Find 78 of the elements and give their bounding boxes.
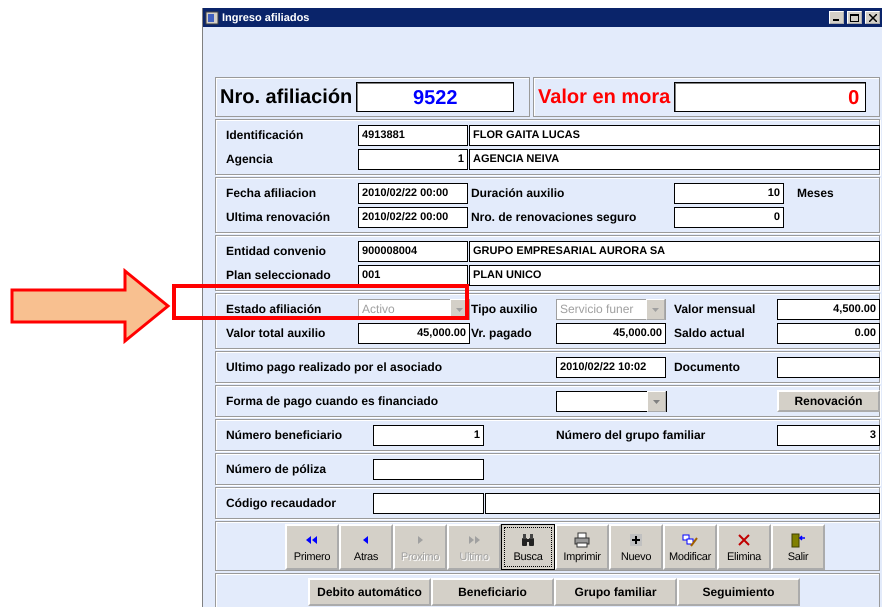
field-label: Nro. de renovaciones seguro <box>471 210 636 224</box>
text-field[interactable]: 4,500.00 <box>777 298 880 320</box>
maximize-icon <box>850 14 859 22</box>
dropdown[interactable] <box>556 390 667 412</box>
field-label: Agencia <box>226 152 273 166</box>
toolbar-button[interactable]: Modificar <box>663 524 717 570</box>
toolbar-button[interactable]: Salir <box>771 524 825 570</box>
close-button[interactable] <box>865 11 880 24</box>
caret-icon <box>647 390 666 412</box>
toolbar-button[interactable]: Primero <box>285 524 339 570</box>
action-button[interactable]: Grupo familiar <box>554 578 677 606</box>
text-field[interactable]: 3 <box>777 424 880 446</box>
text-field[interactable]: 1 <box>358 148 468 170</box>
cross-icon <box>736 532 752 548</box>
amount-field: 0 <box>674 82 866 112</box>
toolbar-button[interactable]: Elimina <box>717 524 771 570</box>
field-label: Número de póliza <box>226 462 326 476</box>
action-button[interactable]: Debito automático <box>308 578 431 606</box>
text-field[interactable]: 45,000.00 <box>358 322 470 344</box>
field-label: Ultimo pago realizado por el asociado <box>226 360 442 374</box>
minimize-button[interactable] <box>829 11 844 24</box>
field-label: Número beneficiario <box>226 428 342 442</box>
field-label: Nro. afiliación <box>220 86 352 108</box>
edit-icon <box>682 532 698 548</box>
maximize-button[interactable] <box>847 11 862 24</box>
text-field[interactable]: 900008004 <box>358 240 468 262</box>
text-field[interactable] <box>373 458 484 480</box>
toolbar-button[interactable]: Atras <box>339 524 393 570</box>
field-label: Valor total auxilio <box>226 326 326 340</box>
toolbar-button[interactable]: Nuevo <box>609 524 663 570</box>
field-label: Fecha afiliacion <box>226 186 316 200</box>
app-icon <box>205 10 219 24</box>
text-field[interactable]: 0 <box>674 206 784 228</box>
toolbar-button[interactable]: Busca <box>501 524 555 570</box>
field-label: Tipo auxilio <box>471 302 538 316</box>
text-field[interactable]: 10 <box>674 182 784 204</box>
printer-icon <box>574 532 590 548</box>
field-label: Identificación <box>226 128 304 142</box>
text-field[interactable]: 4913881 <box>358 124 468 146</box>
field-label: Documento <box>674 360 740 374</box>
toolbar-button[interactable]: Imprimir <box>555 524 609 570</box>
text-field[interactable]: 2010/02/22 00:00 <box>358 182 468 204</box>
field-label: Forma de pago cuando es financiado <box>226 394 438 408</box>
text-field[interactable]: PLAN UNICO <box>469 264 880 286</box>
field-label: Saldo actual <box>674 326 745 340</box>
field-label: Número del grupo familiar <box>556 428 706 442</box>
text-field[interactable]: 1 <box>373 424 484 446</box>
close-icon <box>868 14 876 22</box>
action-button[interactable]: Renovación <box>777 390 880 412</box>
text-field[interactable] <box>485 492 880 514</box>
field-label: Plan seleccionado <box>226 268 331 282</box>
text-field[interactable]: 2010/02/22 10:02 <box>556 356 666 378</box>
text-field[interactable]: 001 <box>358 264 468 286</box>
text-field[interactable]: GRUPO EMPRESARIAL AURORA SA <box>469 240 880 262</box>
text-field[interactable]: 2010/02/22 00:00 <box>358 206 468 228</box>
text-field[interactable]: 45,000.00 <box>556 322 666 344</box>
field-label: Valor en mora <box>538 86 670 108</box>
field-label: Código recaudador <box>226 496 336 510</box>
text-field[interactable]: FLOR GAITA LUCAS <box>469 124 880 146</box>
field-label: Entidad convenio <box>226 244 326 258</box>
binoculars-icon <box>520 532 536 548</box>
field-label: Valor mensual <box>674 302 756 316</box>
plus-icon <box>628 532 644 548</box>
text-field[interactable]: 0.00 <box>777 322 880 344</box>
field-label: Duración auxilio <box>471 186 564 200</box>
action-button[interactable]: Seguimiento <box>677 578 800 606</box>
text-field[interactable] <box>777 356 880 378</box>
window-title: Ingreso afiliados <box>222 12 310 24</box>
door-icon <box>790 532 806 548</box>
field-label: Estado afiliación <box>226 302 322 316</box>
number-field: 9522 <box>356 82 514 112</box>
field-label: Vr. pagado <box>471 326 532 340</box>
caret-icon <box>646 298 665 320</box>
text-field[interactable]: AGENCIA NEIVA <box>469 148 880 170</box>
text-field[interactable] <box>373 492 484 514</box>
field-label: Ultima renovación <box>226 210 330 224</box>
action-button[interactable]: Beneficiario <box>431 578 554 606</box>
field-label: Meses <box>797 186 834 200</box>
